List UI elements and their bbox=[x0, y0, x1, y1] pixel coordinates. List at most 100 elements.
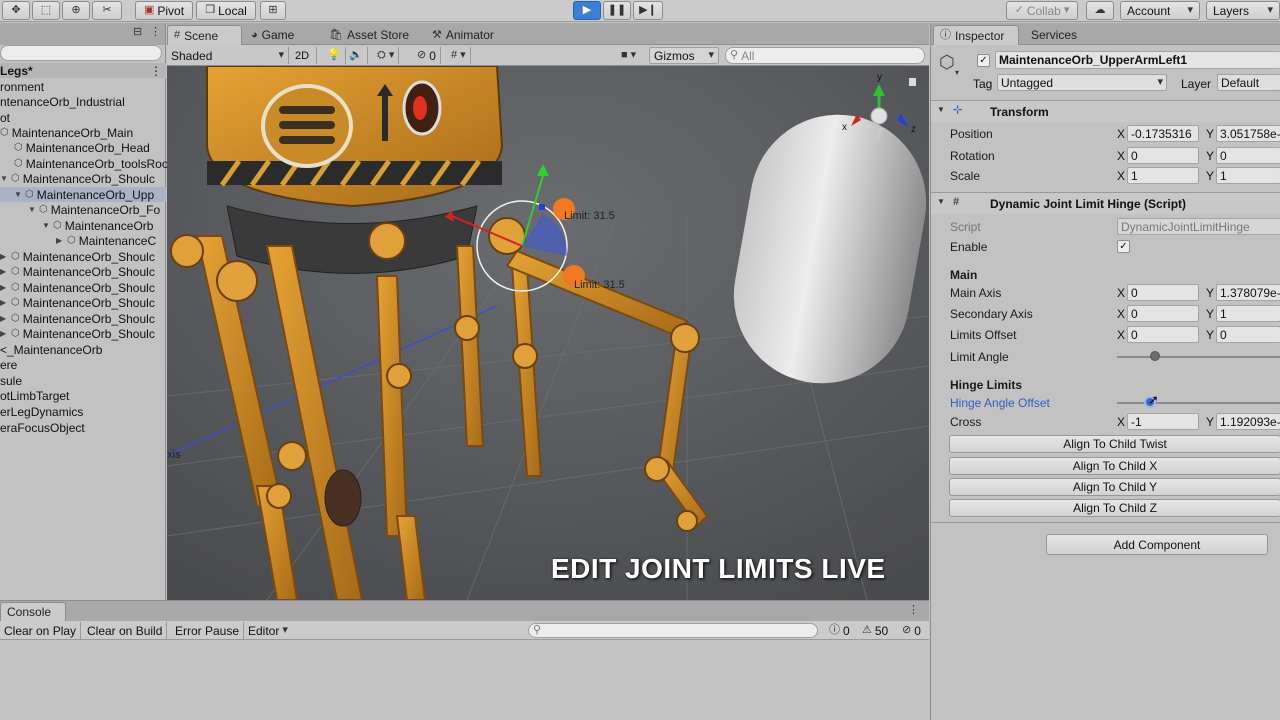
rect-tool-button[interactable]: ⬚ bbox=[32, 1, 60, 20]
expanded-arrow-icon[interactable]: ▼ bbox=[42, 221, 50, 230]
expanded-arrow-icon[interactable]: ▼ bbox=[28, 205, 36, 214]
tab-asset-store[interactable]: 🛍 Asset Store bbox=[323, 25, 415, 45]
tab-console[interactable]: Console bbox=[0, 602, 66, 621]
align-to-child-twist-button[interactable]: Align To Child Twist bbox=[949, 435, 1280, 453]
hidden-objects-toggle[interactable]: ⊘ 0 bbox=[413, 47, 441, 64]
hierarchy-row[interactable]: ⬡ MaintenanceOrb_Head bbox=[0, 140, 166, 155]
pivot-toggle[interactable]: ▣ Pivot bbox=[135, 1, 193, 20]
tab-services[interactable]: Services bbox=[1025, 25, 1083, 45]
hierarchy-row[interactable]: eraFocusObject bbox=[0, 420, 166, 435]
error-pause-toggle[interactable]: Error Pause bbox=[171, 622, 245, 639]
hierarchy-row[interactable]: ▼ ⬡ MaintenanceOrb_Fo bbox=[0, 202, 166, 217]
editor-dropdown[interactable]: Editor ▾ bbox=[244, 622, 292, 639]
collab-dropdown[interactable]: ✓ Collab ▾ bbox=[1006, 1, 1078, 20]
hierarchy-row[interactable]: ere bbox=[0, 357, 166, 372]
hierarchy-search-input[interactable] bbox=[0, 45, 162, 61]
error-count-toggle[interactable]: ⊘ 0 bbox=[898, 622, 925, 639]
tab-game[interactable]: ◕ Game bbox=[245, 25, 300, 45]
lock-icon[interactable]: ⊟ bbox=[133, 27, 142, 38]
toggle-2d-button[interactable]: 2D bbox=[291, 47, 317, 64]
scene-search-input[interactable]: ⚲ All bbox=[725, 47, 925, 64]
limit-angle-slider-thumb[interactable] bbox=[1149, 351, 1160, 361]
more-menu-icon[interactable]: ⋮ bbox=[150, 64, 162, 78]
secondary-axis-x-field[interactable]: 0 bbox=[1127, 305, 1199, 322]
hierarchy-row[interactable]: ▼ ⬡ MaintenanceOrb_Upp bbox=[0, 187, 166, 202]
collapsed-arrow-icon[interactable]: ▶ bbox=[0, 314, 8, 323]
hierarchy-row[interactable]: ▼ ⬡ MaintenanceOrb bbox=[0, 218, 166, 233]
tag-dropdown[interactable]: Untagged ▾ bbox=[997, 74, 1167, 91]
step-button[interactable]: ▶❙ bbox=[633, 1, 663, 20]
camera-settings-dropdown[interactable]: ■ ▾ bbox=[617, 47, 640, 64]
expanded-arrow-icon[interactable]: ▼ bbox=[0, 174, 8, 183]
hierarchy-row[interactable]: ▶ ⬡ MaintenanceOrb_Shoulc bbox=[0, 295, 166, 310]
hierarchy-row[interactable]: ot bbox=[0, 110, 166, 125]
gizmo-lock-icon[interactable] bbox=[909, 78, 916, 86]
gizmos-dropdown[interactable]: Gizmos ▾ bbox=[649, 47, 719, 64]
effects-dropdown[interactable]: ⛭ ▾ bbox=[373, 47, 400, 64]
cross-y-field[interactable]: 1.192093e- bbox=[1216, 413, 1280, 430]
audio-toggle[interactable]: 🔈 bbox=[345, 47, 368, 64]
limit-angle-slider-track[interactable] bbox=[1117, 356, 1280, 358]
collapsed-arrow-icon[interactable]: ▶ bbox=[0, 298, 8, 307]
move-tool-button[interactable]: ✥ bbox=[2, 1, 30, 20]
chevron-down-icon[interactable]: ▾ bbox=[955, 69, 959, 77]
more-menu-icon[interactable]: ⋮ bbox=[908, 605, 919, 616]
expanded-arrow-icon[interactable]: ▼ bbox=[14, 190, 22, 199]
clear-on-play-toggle[interactable]: Clear on Play bbox=[0, 622, 82, 639]
more-menu-icon[interactable]: ⋮ bbox=[150, 27, 161, 38]
secondary-axis-y-field[interactable]: 1 bbox=[1216, 305, 1280, 322]
collapsed-arrow-icon[interactable]: ▶ bbox=[56, 236, 64, 245]
hierarchy-row[interactable]: ▶ ⬡ MaintenanceC bbox=[0, 233, 166, 248]
hierarchy-row[interactable]: ▶ ⬡ MaintenanceOrb_Shoulc bbox=[0, 311, 166, 326]
enable-checkbox[interactable]: ✓ bbox=[1117, 240, 1130, 253]
cloud-button[interactable]: ☁ bbox=[1086, 1, 1114, 20]
rotation-x-field[interactable]: 0 bbox=[1127, 147, 1199, 164]
hierarchy-row[interactable]: ▶ ⬡ MaintenanceOrb_Shoulc bbox=[0, 264, 166, 279]
rotation-y-field[interactable]: 0 bbox=[1216, 147, 1280, 164]
main-axis-y-field[interactable]: 1.378079e- bbox=[1216, 284, 1280, 301]
hierarchy-row[interactable]: ▶ ⬡ MaintenanceOrb_Shoulc bbox=[0, 249, 166, 264]
collapsed-arrow-icon[interactable]: ▶ bbox=[0, 329, 8, 338]
hinge-angle-offset-slider-track[interactable] bbox=[1117, 402, 1280, 404]
lighting-toggle[interactable]: 💡 bbox=[323, 47, 346, 64]
position-x-field[interactable]: -0.1735316 bbox=[1127, 125, 1199, 142]
shading-mode-dropdown[interactable]: Shaded ▾ bbox=[167, 47, 289, 64]
hierarchy-row[interactable]: otLimbTarget bbox=[0, 388, 166, 403]
collapsed-arrow-icon[interactable]: ▶ bbox=[0, 283, 8, 292]
limits-offset-y-field[interactable]: 0 bbox=[1216, 326, 1280, 343]
active-checkbox[interactable]: ✓ bbox=[977, 54, 990, 67]
align-to-child-x-button[interactable]: Align To Child X bbox=[949, 457, 1280, 475]
layers-dropdown[interactable]: Layers ▾ bbox=[1206, 1, 1280, 20]
cross-x-field[interactable]: -1 bbox=[1127, 413, 1199, 430]
scale-y-field[interactable]: 1 bbox=[1216, 167, 1280, 184]
tab-inspector[interactable]: ⓘ Inspector bbox=[933, 25, 1019, 45]
warning-count-toggle[interactable]: ⚠ 50 bbox=[858, 622, 892, 639]
scale-x-field[interactable]: 1 bbox=[1127, 167, 1199, 184]
hierarchy-row[interactable]: ▼ ⬡ MaintenanceOrb_Shoulc bbox=[0, 171, 166, 186]
clear-on-build-toggle[interactable]: Clear on Build bbox=[83, 622, 168, 639]
hierarchy-row[interactable]: ⬡ MaintenanceOrb_toolsRoo bbox=[0, 156, 169, 171]
transform-tool-button[interactable]: ⊕ bbox=[62, 1, 90, 20]
collapsed-arrow-icon[interactable]: ▶ bbox=[0, 267, 8, 276]
hierarchy-row[interactable]: ▶ ⬡ MaintenanceOrb_Shoulc bbox=[0, 280, 166, 295]
tab-animator[interactable]: ⚒ Animator bbox=[426, 25, 500, 45]
hierarchy-row[interactable]: ronment bbox=[0, 79, 166, 94]
tab-scene[interactable]: # Scene bbox=[167, 25, 242, 45]
main-axis-x-field[interactable]: 0 bbox=[1127, 284, 1199, 301]
hierarchy-row[interactable]: ▶ ⬡ MaintenanceOrb_Shoulc bbox=[0, 326, 166, 341]
hierarchy-row[interactable]: ntenanceOrb_Industrial bbox=[0, 94, 166, 109]
pause-button[interactable]: ❚❚ bbox=[603, 1, 631, 20]
layer-dropdown[interactable]: Default bbox=[1217, 74, 1280, 91]
grid-toggle[interactable]: # ▾ bbox=[447, 47, 471, 64]
collapsed-arrow-icon[interactable]: ▶ bbox=[0, 252, 8, 261]
hierarchy-row[interactable]: <_MaintenanceOrb bbox=[0, 342, 166, 357]
hierarchy-row[interactable]: ⬡ MaintenanceOrb_Main bbox=[0, 125, 166, 140]
info-count-toggle[interactable]: ⓘ 0 bbox=[825, 622, 854, 639]
align-to-child-z-button[interactable]: Align To Child Z bbox=[949, 499, 1280, 517]
local-toggle[interactable]: ❒ Local bbox=[196, 1, 256, 20]
script-component-header[interactable]: ▼ # Dynamic Joint Limit Hinge (Script) bbox=[931, 192, 1280, 214]
scene-viewport[interactable]: Limit: 31.5 Limit: 31.5 xis y x z EDIT J… bbox=[167, 66, 929, 600]
hierarchy-row[interactable]: Legs* ⋮ bbox=[0, 63, 166, 78]
play-button[interactable]: ▶ bbox=[573, 1, 601, 20]
console-search-input[interactable]: ⚲ bbox=[528, 623, 818, 638]
